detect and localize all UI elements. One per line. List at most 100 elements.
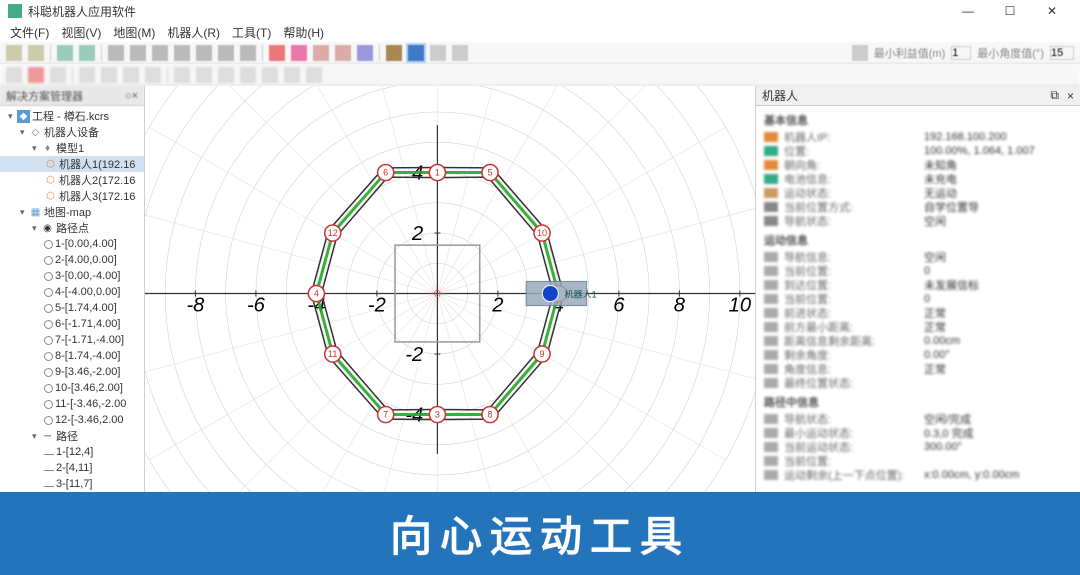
panel-close-icon[interactable]: ×	[1067, 89, 1074, 103]
tree-waypoint[interactable]: 1-[0.00,4.00]	[0, 236, 144, 252]
property-row: 导航信息:空闲	[764, 250, 1072, 264]
tree-robot-2[interactable]: ⬡机器人2(172.16	[0, 172, 144, 188]
tool-icon[interactable]	[79, 67, 95, 83]
svg-text:1: 1	[435, 168, 440, 178]
window-title: 科聪机器人应用软件	[28, 3, 948, 20]
tree-waypoint[interactable]: 6-[-1.71,4.00]	[0, 316, 144, 332]
tree-robot-1[interactable]: ⬡机器人1(192.16	[0, 156, 144, 172]
svg-text:7: 7	[383, 410, 388, 420]
tree-path[interactable]: 2-[4,11]	[0, 460, 144, 476]
property-row: 角度信息:正常	[764, 362, 1072, 376]
property-row: 导航状态:空闲	[764, 214, 1072, 228]
tree-waypoint[interactable]: 11-[-3.46,-2.00	[0, 396, 144, 412]
tool-icon[interactable]	[240, 67, 256, 83]
tool-icon[interactable]	[852, 45, 868, 61]
tool-icon[interactable]	[108, 45, 124, 61]
tool-icon[interactable]	[57, 45, 73, 61]
panel-pin-icon[interactable]: ○	[125, 90, 132, 102]
tool-icon[interactable]	[6, 45, 22, 61]
tool-icon[interactable]	[306, 67, 322, 83]
toolbar-secondary	[0, 64, 1080, 86]
menubar: 文件(F) 视图(V) 地图(M) 机器人(R) 工具(T) 帮助(H)	[0, 22, 1080, 42]
tool-icon[interactable]	[218, 67, 234, 83]
tool-icon[interactable]	[284, 67, 300, 83]
property-row: 距离信息剩余距离:0.00cm	[764, 334, 1072, 348]
tool-icon-active[interactable]	[408, 45, 424, 61]
tree-waypoint[interactable]: 4-[-4.00,0.00]	[0, 284, 144, 300]
property-row: 当前位置方式:自学位置导	[764, 200, 1072, 214]
tree-waypoint[interactable]: 7-[-1.71,-4.00]	[0, 332, 144, 348]
tool-icon[interactable]	[335, 45, 351, 61]
maximize-button[interactable]: ☐	[990, 1, 1030, 21]
property-row: 机器人IP:192.168.100.200	[764, 130, 1072, 144]
tool-icon[interactable]	[145, 67, 161, 83]
svg-text:3: 3	[435, 410, 440, 420]
tool-icon[interactable]	[123, 67, 139, 83]
property-row: 当前位置:	[764, 454, 1072, 468]
property-row: 运动状态:无运动	[764, 186, 1072, 200]
tree-model[interactable]: ▾♦模型1	[0, 140, 144, 156]
tree-robot-3[interactable]: ⬡机器人3(172.16	[0, 188, 144, 204]
tool-icon[interactable]	[28, 45, 44, 61]
tree-project[interactable]: ▾◆工程 - 樽石.kcrs	[0, 108, 144, 124]
menu-tools[interactable]: 工具(T)	[228, 22, 275, 43]
tree-waypoint[interactable]: 9-[3.46,-2.00]	[0, 364, 144, 380]
panel-close-icon[interactable]: ×	[132, 90, 138, 102]
panel-header: 解决方案管理器 ○ ×	[0, 86, 144, 106]
svg-text:-8: -8	[186, 295, 205, 317]
tool-icon[interactable]	[452, 45, 468, 61]
tree-waypoint[interactable]: 8-[1.74,-4.00]	[0, 348, 144, 364]
tool-icon[interactable]	[430, 45, 446, 61]
tree-waypoint[interactable]: 10-[3.46,2.00]	[0, 380, 144, 396]
menu-robot[interactable]: 机器人(R)	[163, 22, 224, 43]
tree-waypoint[interactable]: 5-[1.74,4.00]	[0, 300, 144, 316]
tool-icon[interactable]	[218, 45, 234, 61]
svg-text:8: 8	[674, 295, 686, 317]
right-panel-title: 机器人	[762, 87, 798, 104]
svg-text:12: 12	[328, 228, 338, 238]
menu-map[interactable]: 地图(M)	[109, 22, 159, 43]
tree-path[interactable]: 3-[11,7]	[0, 476, 144, 492]
svg-text:4: 4	[314, 289, 319, 299]
tool-icon[interactable]	[152, 45, 168, 61]
svg-text:6: 6	[613, 295, 625, 317]
tool-icon[interactable]	[101, 67, 117, 83]
tree-paths-root[interactable]: ▾─路径	[0, 428, 144, 444]
property-row: 前进状态:正常	[764, 306, 1072, 320]
tool-icon[interactable]	[262, 67, 278, 83]
tree-waypoints-root[interactable]: ▾◉路径点	[0, 220, 144, 236]
svg-text:-6: -6	[247, 295, 266, 317]
map-canvas[interactable]: -8-6-4-224681042-2-4156101224911387机器人1	[145, 86, 755, 493]
tool-icon[interactable]	[196, 45, 212, 61]
tool-icon[interactable]	[196, 67, 212, 83]
tree-robots-root[interactable]: ▾◇机器人设备	[0, 124, 144, 140]
svg-text:11: 11	[328, 349, 337, 359]
close-button[interactable]: ✕	[1032, 1, 1072, 21]
panel-dock-icon[interactable]: ⧉	[1050, 88, 1059, 103]
tool-icon[interactable]	[28, 67, 44, 83]
tool-icon[interactable]	[357, 45, 373, 61]
minimize-button[interactable]: —	[948, 1, 988, 21]
tree-waypoint[interactable]: 3-[0.00,-4.00]	[0, 268, 144, 284]
tree-map-root[interactable]: ▾▦地图-map	[0, 204, 144, 220]
tool-icon[interactable]	[50, 67, 66, 83]
tree-waypoint[interactable]: 12-[-3.46,2.00	[0, 412, 144, 428]
menu-help[interactable]: 帮助(H)	[279, 22, 328, 43]
tree-path[interactable]: 1-[12,4]	[0, 444, 144, 460]
tool-icon[interactable]	[386, 45, 402, 61]
tool-icon[interactable]	[174, 45, 190, 61]
tool-icon[interactable]	[313, 45, 329, 61]
property-row: 位置:100.00%, 1.064, 1.007	[764, 144, 1072, 158]
property-row: 当前位置:0	[764, 264, 1072, 278]
tool-icon[interactable]	[6, 67, 22, 83]
tool-icon[interactable]	[174, 67, 190, 83]
svg-text:-2: -2	[368, 295, 386, 317]
tool-icon[interactable]	[130, 45, 146, 61]
tool-icon[interactable]	[291, 45, 307, 61]
tool-icon[interactable]	[240, 45, 256, 61]
menu-file[interactable]: 文件(F)	[6, 22, 53, 43]
tree-waypoint[interactable]: 2-[4.00,0.00]	[0, 252, 144, 268]
menu-view[interactable]: 视图(V)	[57, 22, 105, 43]
tool-icon[interactable]	[269, 45, 285, 61]
tool-icon[interactable]	[79, 45, 95, 61]
